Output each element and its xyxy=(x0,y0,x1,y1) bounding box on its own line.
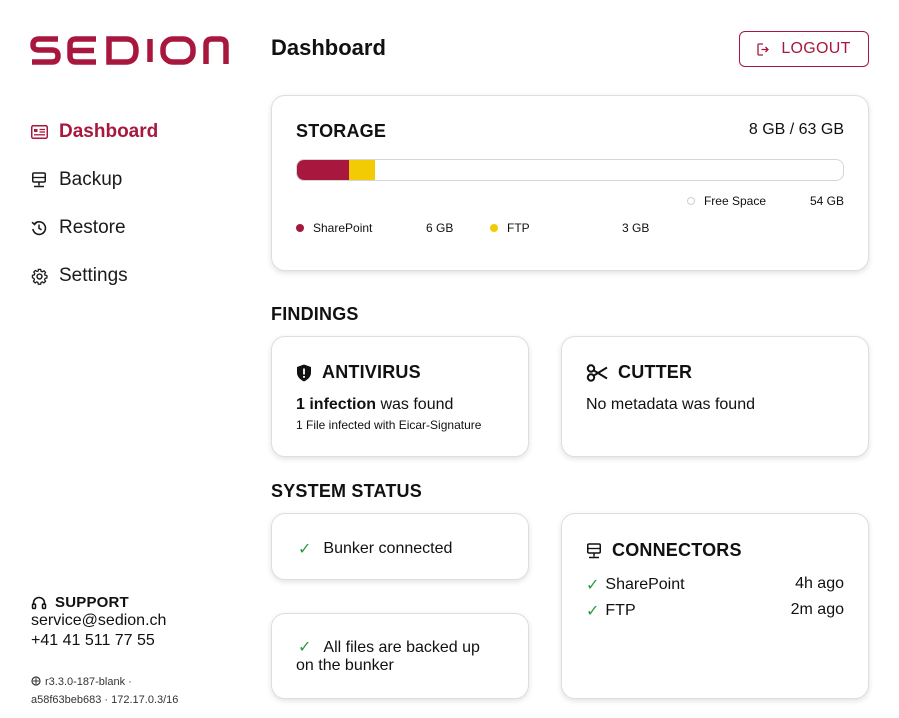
support-title: SUPPORT xyxy=(31,594,251,611)
antivirus-card[interactable]: ANTIVIRUS 1 infection was found 1 File i… xyxy=(271,336,529,457)
check-icon: ✓ xyxy=(586,577,600,594)
logout-icon xyxy=(757,42,770,56)
sedion-logo-mark xyxy=(30,36,229,65)
backup-status-card: ✓ All files are backed up on the bunker xyxy=(271,613,529,699)
connector-name: FTP xyxy=(605,602,636,619)
legend-label: SharePoint xyxy=(313,221,373,235)
backup-icon xyxy=(30,171,48,189)
sidebar-item-label: Dashboard xyxy=(59,121,159,142)
cutter-summary: No metadata was found xyxy=(586,396,755,413)
antivirus-summary: 1 infection was found xyxy=(296,396,454,413)
sidebar-nav: Dashboard Backup Restore Settings xyxy=(30,108,240,300)
legend-label: FTP xyxy=(507,221,530,235)
legend-sharepoint: SharePoint 6 GB xyxy=(296,221,458,235)
legend-value: 54 GB xyxy=(809,194,844,208)
restore-icon xyxy=(30,219,48,237)
backup-status-line-2: on the bunker xyxy=(296,657,394,674)
dashboard-icon xyxy=(30,123,48,141)
connector-row-sharepoint: ✓ SharePoint 4h ago xyxy=(586,575,844,595)
scissors-icon xyxy=(586,363,608,382)
connector-row-ftp: ✓ FTP 2m ago xyxy=(586,601,844,621)
bunker-status: Bunker connected xyxy=(323,540,453,557)
cutter-card[interactable]: CUTTER No metadata was found xyxy=(561,336,869,457)
page-title: Dashboard xyxy=(271,35,386,60)
bunker-status-card: ✓ Bunker connected xyxy=(271,513,529,580)
connector-time: 4h ago xyxy=(795,575,844,592)
connector-icon xyxy=(586,542,602,559)
sharepoint-dot xyxy=(296,224,304,232)
ftp-dot xyxy=(490,224,498,232)
version-line-1: r3.3.0-187-blank · xyxy=(45,676,132,688)
legend-row: SharePoint 6 GB FTP 3 GB xyxy=(296,221,649,235)
version-line-2: a58f63beb683 · 172.17.0.3/16 xyxy=(31,694,179,706)
support-phone[interactable]: +41 41 511 77 55 xyxy=(31,631,251,651)
system-status-title: SYSTEM STATUS xyxy=(271,481,422,501)
storage-card: STORAGE 8 GB / 63 GB Free Space 54 GB Sh… xyxy=(271,95,869,271)
version-icon xyxy=(31,675,41,692)
storage-bar xyxy=(296,159,844,181)
legend-value: 6 GB xyxy=(426,221,454,235)
connector-name: SharePoint xyxy=(605,576,685,593)
headset-icon xyxy=(31,595,47,611)
logout-button[interactable]: LOGOUT xyxy=(739,31,869,67)
sedion-logo xyxy=(30,30,230,70)
legend-label: Free Space xyxy=(703,194,767,208)
support-email[interactable]: service@sedion.ch xyxy=(31,611,251,631)
sidebar-item-label: Settings xyxy=(59,265,128,286)
sidebar-item-label: Restore xyxy=(59,217,126,238)
check-icon: ✓ xyxy=(298,639,312,656)
sidebar-item-backup[interactable]: Backup xyxy=(30,156,240,204)
legend-value: 3 GB xyxy=(622,221,650,235)
free-space-dot xyxy=(686,197,695,205)
cutter-title: CUTTER xyxy=(586,362,692,383)
sidebar-item-dashboard[interactable]: Dashboard xyxy=(30,108,240,156)
legend-ftp: FTP 3 GB xyxy=(490,221,649,235)
connector-time: 2m ago xyxy=(790,601,844,618)
storage-title: STORAGE xyxy=(296,121,387,141)
findings-title: FINDINGS xyxy=(271,304,359,324)
backup-status-line-1: All files are backed up xyxy=(323,639,480,656)
version-info: r3.3.0-187-blank · a58f63beb683 · 172.17… xyxy=(31,674,261,709)
gear-icon xyxy=(30,267,48,285)
sidebar-item-restore[interactable]: Restore xyxy=(30,204,240,252)
antivirus-detail: 1 File infected with Eicar-Signature xyxy=(296,418,482,432)
storage-total: 8 GB / 63 GB xyxy=(748,121,844,138)
support-section: SUPPORT service@sedion.ch +41 41 511 77 … xyxy=(31,594,251,651)
sidebar-item-settings[interactable]: Settings xyxy=(30,252,240,300)
check-icon: ✓ xyxy=(298,541,312,558)
antivirus-title: ANTIVIRUS xyxy=(296,362,421,383)
check-icon: ✓ xyxy=(586,603,600,620)
connectors-card: CONNECTORS ✓ SharePoint 4h ago ✓ FTP 2m ag… xyxy=(561,513,869,699)
connectors-title: CONNECTORS xyxy=(586,540,742,561)
storage-bar-sharepoint xyxy=(297,160,349,180)
logout-label: LOGOUT xyxy=(781,40,851,57)
sidebar-item-label: Backup xyxy=(59,169,123,190)
legend-free-space: Free Space 54 GB xyxy=(686,194,844,208)
shield-icon xyxy=(296,364,312,382)
storage-bar-ftp xyxy=(349,160,375,180)
